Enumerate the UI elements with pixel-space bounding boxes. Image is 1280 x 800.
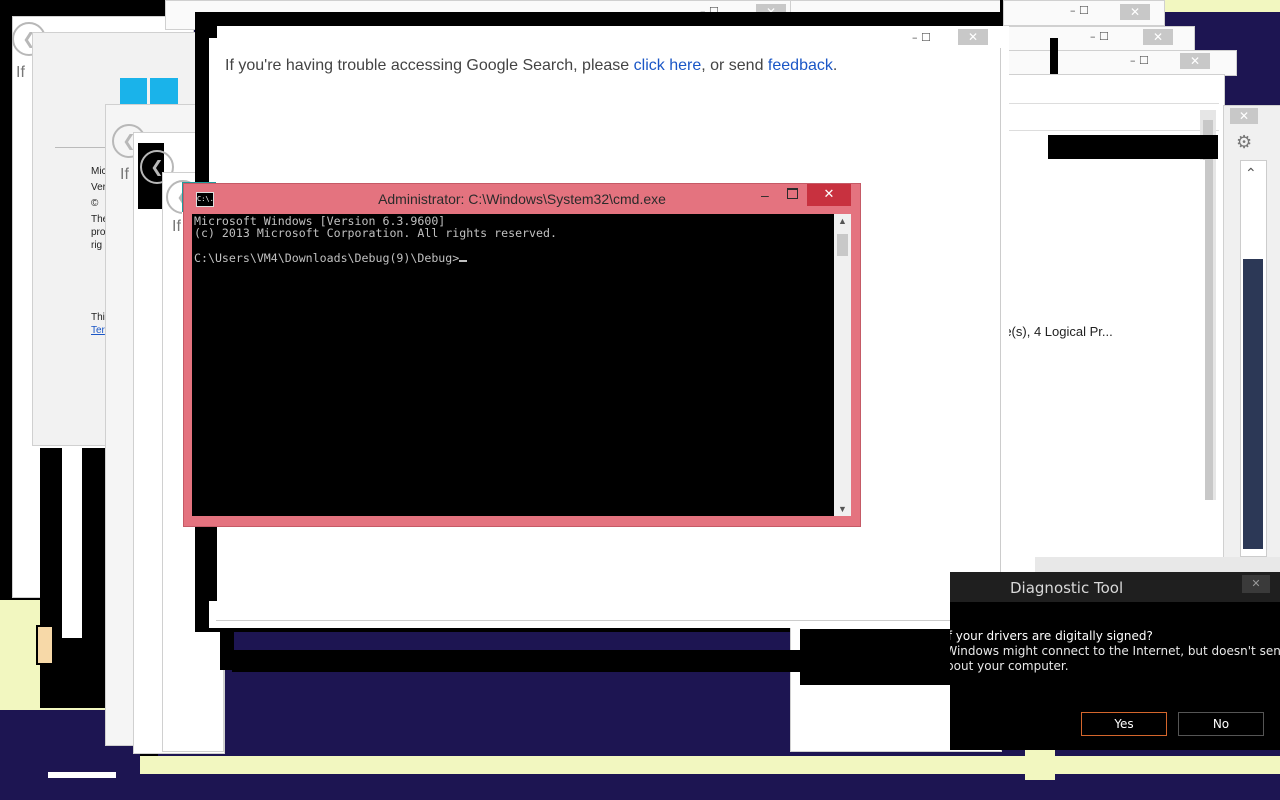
glitch-strip (48, 772, 116, 778)
truncated-text: If (120, 166, 129, 183)
maximize-icon[interactable] (787, 188, 798, 199)
truncated-text: If (172, 218, 181, 235)
system-info-panel (1055, 160, 1205, 555)
glitch-block (36, 625, 54, 665)
processor-info-text: re(s), 4 Logical Pr... (1000, 324, 1113, 339)
divider (1003, 130, 1219, 131)
window-controls[interactable]: – ☐ (1070, 4, 1089, 17)
close-button[interactable]: ✕ (807, 184, 851, 206)
feedback-link[interactable]: feedback (768, 57, 833, 74)
background-window (62, 448, 82, 638)
cmd-title: Administrator: C:\Windows\System32\cmd.e… (378, 191, 666, 207)
dialog-title: Diagnostic Tool (1010, 579, 1124, 597)
glitch-strip (140, 756, 1280, 774)
divider (1003, 103, 1219, 104)
console-output[interactable]: Microsoft Windows [Version 6.3.9600] (c)… (192, 214, 834, 516)
about-text: Ver (91, 182, 107, 193)
console-line: (c) 2013 Microsoft Corporation. All righ… (194, 226, 557, 241)
google-window-titlebar (217, 26, 1009, 50)
scroll-down-icon[interactable]: ▼ (834, 504, 851, 514)
window-controls[interactable]: – ☐ (1130, 54, 1149, 67)
about-text: rig (91, 240, 103, 251)
close-icon[interactable]: ✕ (1120, 4, 1150, 20)
scroll-up-icon[interactable]: ▲ (834, 216, 851, 226)
no-button[interactable]: No (1178, 712, 1264, 736)
glitch-block (195, 526, 217, 601)
scrollbar-thumb[interactable] (837, 234, 848, 256)
gear-icon[interactable]: ⚙ (1236, 132, 1252, 153)
vertical-scrollbar[interactable]: ▲ ▼ (834, 214, 851, 516)
about-text: © (91, 198, 99, 209)
message-text: . (832, 57, 838, 74)
chevron-up-icon[interactable]: ⌃ (1245, 165, 1257, 182)
close-icon[interactable]: ✕ (958, 29, 988, 45)
about-text: pro (91, 227, 106, 238)
window-controls[interactable]: – ☐ (1090, 30, 1109, 43)
terms-link[interactable]: Ter (91, 325, 105, 336)
cmd-window[interactable]: C:\. Administrator: C:\Windows\System32\… (183, 183, 861, 527)
close-icon[interactable]: ✕ (1230, 108, 1258, 124)
windows-logo-icon (120, 78, 178, 106)
scrollbar[interactable]: ⌃ (1240, 160, 1267, 557)
glitch-block (1048, 135, 1218, 159)
google-trouble-message: If you're having trouble accessing Googl… (225, 57, 837, 75)
message-text: If you're having trouble accessing Googl… (225, 57, 634, 74)
message-text: , or send (701, 57, 768, 74)
truncated-text: If (16, 64, 25, 81)
glitch-strip (1025, 750, 1055, 780)
minimize-icon[interactable]: – (761, 187, 769, 203)
close-icon[interactable]: ✕ (1143, 29, 1173, 45)
about-text: Thi (91, 312, 105, 323)
close-icon[interactable]: ✕ (1242, 575, 1270, 593)
yes-button[interactable]: Yes (1081, 712, 1167, 736)
dialog-header: Diagnostic Tool ✕ (950, 572, 1280, 602)
console-prompt: C:\Users\VM4\Downloads\Debug(9)\Debug> (194, 251, 460, 266)
glitch-strip (1160, 0, 1280, 12)
driver-signature-dialog: Diagnostic Tool ✕ Do you want to check i… (810, 572, 1280, 750)
window-controls[interactable]: – ☐ (912, 31, 931, 44)
text-cursor (459, 260, 468, 263)
click-here-link[interactable]: click here (634, 57, 702, 74)
close-icon[interactable]: ✕ (1180, 53, 1210, 69)
cmd-titlebar[interactable]: C:\. Administrator: C:\Windows\System32\… (184, 184, 860, 214)
scrollbar-thumb[interactable] (1243, 259, 1263, 549)
dialog-body-overflow (800, 629, 950, 685)
